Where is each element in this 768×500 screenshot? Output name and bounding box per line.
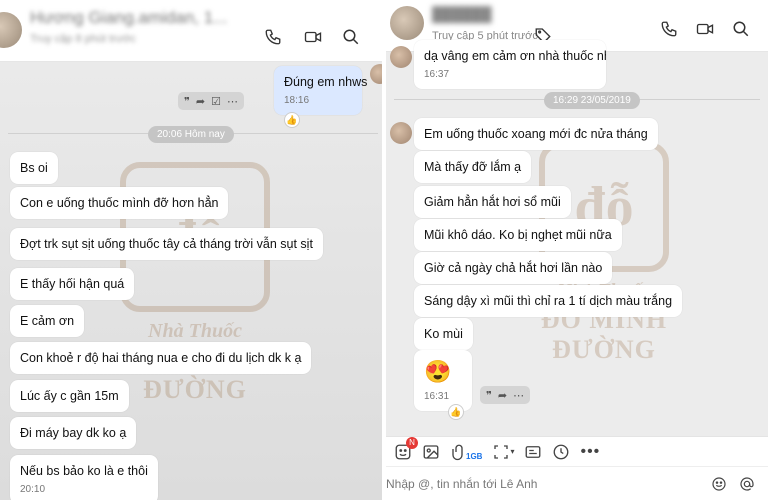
message-bubble-partial[interactable]: dạ vâng em cảm ơn nhà thuốc nhiều ạ 16:3… (414, 40, 606, 89)
more-icon[interactable]: ⋯ (227, 95, 238, 108)
file-size-label: 1GB (466, 452, 483, 461)
message-bubble-last[interactable]: Nếu bs bảo ko là e thôi 20:10 (10, 455, 158, 500)
like-reaction-icon[interactable]: 👍 (448, 404, 464, 420)
message-composer (386, 466, 768, 500)
watermark-line1: Nhà Thuốc (148, 320, 242, 342)
last-seen-status: Truy cập 8 phút trước (30, 33, 136, 45)
composer-toolbar: N 1GB ▾ ••• (386, 436, 768, 466)
heart-eyes-emoji: 😍 (424, 359, 452, 384)
message-list[interactable]: đỗ Nhà Thuốc ĐỖ MINH ĐƯỜNG dạ vâng em cả… (386, 40, 768, 436)
search-icon[interactable] (340, 26, 362, 48)
sticker-icon[interactable]: N (394, 436, 418, 463)
more-icon[interactable]: ⋯ (513, 389, 524, 402)
message-bubble[interactable]: Mà thấy đỡ lắm ạ (414, 151, 532, 183)
phone-icon[interactable] (658, 18, 680, 40)
message-actions[interactable]: ❞ ➦ ⋯ (480, 386, 531, 404)
message-bubble[interactable]: Em uống thuốc xoang mới đc nửa tháng (414, 118, 658, 150)
video-call-icon[interactable] (302, 26, 324, 48)
more-options-icon[interactable]: ••• (580, 441, 600, 463)
emoji-icon[interactable] (710, 475, 728, 493)
contact-avatar-small (390, 46, 412, 68)
video-call-icon[interactable] (694, 18, 716, 40)
my-message[interactable]: Đúng em nhws 18:16 (274, 66, 367, 115)
contact-avatar-small (390, 122, 412, 144)
forward-icon[interactable]: ➦ (196, 95, 205, 108)
chevron-down-icon[interactable]: ▾ (510, 447, 514, 456)
contact-name[interactable]: Hương Giang.amidan, 1... (30, 8, 227, 28)
message-time: 20:10 (20, 484, 46, 495)
mention-icon[interactable] (738, 475, 756, 493)
message-bubble[interactable]: Giảm hẳn hắt hơi sổ mũi (414, 186, 571, 218)
message-bubble[interactable]: Ko mùi (414, 318, 473, 350)
message-bubble[interactable]: Sáng dậy xì mũi thì chỉ ra 1 tí dịch màu… (414, 285, 683, 317)
mark-icon[interactable]: ☑ (211, 95, 221, 108)
contact-name-blurred[interactable]: ██████ (432, 6, 492, 22)
message-bubble[interactable]: Đợt trk sụt sịt uống thuốc tây cả tháng … (10, 228, 323, 260)
screenshot-icon[interactable]: ▾ (492, 441, 514, 463)
message-actions[interactable]: ❞ ➦ ☑ ⋯ (178, 92, 245, 110)
message-time: 16:31 (424, 391, 450, 402)
message-list[interactable]: đỗ Nhà Thuốc ĐỖ MINH ĐƯỜNG ❞ ➦ ☑ ⋯ Đúng … (0, 62, 382, 500)
search-icon[interactable] (730, 18, 752, 40)
quote-icon[interactable]: ❞ (486, 389, 492, 402)
message-bubble[interactable]: Mũi khô dáo. Ko bị nghẹt mũi nữa (414, 219, 622, 251)
my-avatar (370, 64, 382, 84)
message-bubble[interactable]: Bs oi (10, 152, 58, 184)
message-text: Nếu bs bảo ko là e thôi (20, 464, 148, 478)
contact-avatar[interactable] (390, 6, 424, 40)
quote-icon[interactable]: ❞ (184, 95, 190, 108)
message-bubble[interactable]: Giờ cả ngày chả hắt hơi lần nào (414, 252, 613, 284)
message-time: 18:16 (284, 95, 310, 106)
message-time: 16:37 (424, 69, 450, 80)
date-separator: 20:06 Hôm nay (148, 126, 234, 143)
message-bubble[interactable]: Lúc ấy c gần 15m (10, 380, 129, 412)
message-bubble[interactable]: E thấy hối hận quá (10, 268, 135, 300)
chat-header: Hương Giang.amidan, 1... Truy cập 8 phút… (0, 0, 382, 62)
message-bubble[interactable]: E cảm ơn (10, 305, 85, 337)
like-reaction-icon[interactable]: 👍 (284, 112, 300, 128)
message-input[interactable] (386, 473, 686, 495)
card-icon[interactable] (524, 441, 542, 463)
image-icon[interactable] (422, 441, 440, 463)
clock-icon[interactable] (552, 441, 570, 463)
screenshot-composite: Hương Giang.amidan, 1... Truy cập 8 phút… (0, 0, 768, 500)
emoji-message[interactable]: 😍 16:31 (414, 350, 472, 411)
date-separator: 16:29 23/05/2019 (544, 92, 640, 109)
message-bubble[interactable]: Đi máy bay dk ko ạ (10, 417, 137, 449)
contact-avatar[interactable] (0, 12, 22, 48)
phone-icon[interactable] (262, 26, 284, 48)
attachment-icon[interactable]: 1GB (450, 441, 482, 463)
right-chat-window: ██████ Truy cập 5 phút trước đỗ Nhà Thuố… (386, 0, 768, 500)
message-text: Đúng em nhws (284, 75, 368, 89)
message-text: dạ vâng em cảm ơn nhà thuốc nhiều ạ (424, 49, 606, 63)
forward-icon[interactable]: ➦ (498, 389, 507, 402)
new-badge: N (406, 436, 418, 449)
left-chat-window: Hương Giang.amidan, 1... Truy cập 8 phút… (0, 0, 382, 500)
message-bubble[interactable]: Con e uống thuốc mình đỡ hơn hẳn (10, 187, 229, 219)
message-bubble[interactable]: Con khoẻ r độ hai tháng nua e cho đi du … (10, 342, 312, 374)
